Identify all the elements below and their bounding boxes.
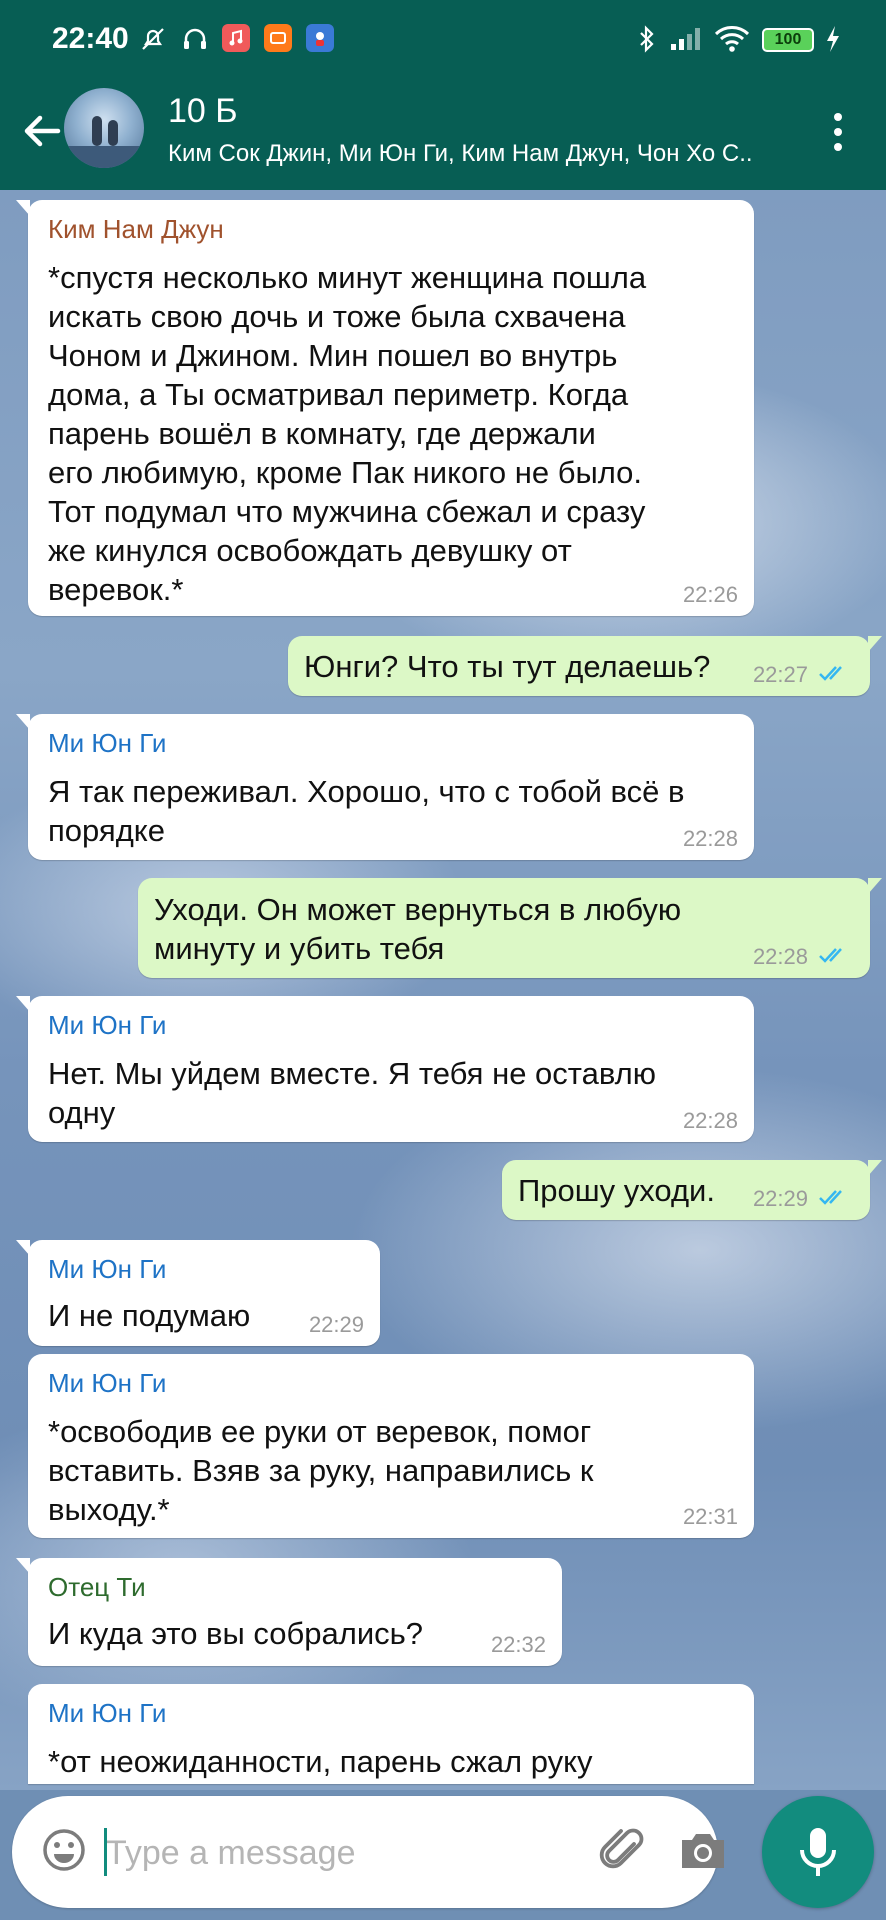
message-input[interactable] xyxy=(104,1826,588,1880)
charging-icon xyxy=(818,24,848,54)
message-sender: Ким Нам Джун xyxy=(48,214,224,244)
chat-header: 10 Б Ким Сок Джин, Ми Юн Ги, Ким Нам Джу… xyxy=(0,80,886,190)
message-text: Прошу уходи. xyxy=(518,1173,715,1208)
message-bubble[interactable]: Ми Юн Ги *освободив ее руки от веревок, … xyxy=(28,1354,754,1538)
message-time: 22:31 xyxy=(682,1504,738,1529)
mi-app-icon xyxy=(264,24,292,52)
message-bubble[interactable]: Ми Юн Ги Нет. Мы уйдем вместе. Я тебя не… xyxy=(16,996,754,1142)
emoji-icon[interactable] xyxy=(40,1826,88,1874)
paperclip-icon[interactable] xyxy=(596,1824,650,1878)
message-bubble[interactable]: Уходи. Он может вернуться в любую минуту… xyxy=(138,878,882,978)
message-sender: Ми Юн Ги xyxy=(48,1254,167,1284)
group-avatar[interactable] xyxy=(64,88,144,168)
status-time: 22:40 xyxy=(52,22,129,55)
message-text: И куда это вы собрались? xyxy=(48,1616,424,1651)
bluetooth-icon xyxy=(632,24,662,54)
message-bubble[interactable]: Ми Юн Ги И не подумаю 22:29 xyxy=(16,1240,380,1346)
double-check-icon xyxy=(819,666,842,681)
message-text: Юнги? Что ты тут делаешь? xyxy=(304,649,711,684)
message-sender: Ми Юн Ги xyxy=(48,728,167,758)
message-sender: Ми Юн Ги xyxy=(48,1010,167,1040)
chat-title[interactable]: 10 Б xyxy=(168,92,238,131)
message-text: *спустя несколько минут женщина пошла ис… xyxy=(48,260,647,607)
message-sender: Отец Ти xyxy=(48,1572,146,1602)
message-time: 22:32 xyxy=(490,1632,546,1657)
game-app-icon xyxy=(306,24,334,52)
message-bubble[interactable]: Отец Ти И куда это вы собрались? 22:32 xyxy=(16,1558,562,1666)
message-text: Уходи. Он может вернуться в любую минуту… xyxy=(154,892,682,966)
message-sender: Ми Юн Ги xyxy=(48,1698,167,1728)
more-vertical-icon[interactable] xyxy=(818,102,858,162)
double-check-icon xyxy=(819,1190,842,1205)
microphone-icon[interactable] xyxy=(762,1796,874,1908)
message-bubble[interactable]: Прошу уходи. 22:29 xyxy=(502,1160,882,1220)
message-text: *освободив ее руки от веревок, помог вст… xyxy=(48,1414,594,1527)
double-check-icon xyxy=(819,948,842,963)
camera-icon[interactable] xyxy=(676,1824,730,1878)
message-time: 22:28 xyxy=(682,826,738,851)
wifi-icon xyxy=(712,24,752,54)
message-bubble[interactable]: Ми Юн Ги *от неожиданности, парень сжал … xyxy=(28,1684,754,1784)
message-time: 22:28 xyxy=(752,944,808,969)
message-composer xyxy=(12,1796,724,1908)
message-time: 22:29 xyxy=(308,1312,364,1337)
message-text: Я так переживал. Хорошо, что с тобой всё… xyxy=(48,774,685,848)
message-time: 22:28 xyxy=(682,1108,738,1133)
status-bar: 22:40 100 xyxy=(0,0,886,80)
message-bubble[interactable]: Юнги? Что ты тут делаешь? 22:27 xyxy=(288,636,882,696)
message-sender: Ми Юн Ги xyxy=(48,1368,167,1398)
music-app-icon xyxy=(222,24,250,52)
message-text: *от неожиданности, парень сжал руку xyxy=(48,1744,593,1779)
message-time: 22:27 xyxy=(752,662,808,687)
signal-icon xyxy=(668,24,704,54)
text-caret xyxy=(104,1828,107,1876)
message-time: 22:26 xyxy=(682,582,738,607)
message-bubble[interactable]: Ким Нам Джун *спустя несколько минут жен… xyxy=(16,200,754,616)
message-text: Нет. Мы уйдем вместе. Я тебя не оставлю … xyxy=(48,1056,656,1130)
dnd-off-icon xyxy=(138,24,168,54)
headphones-icon xyxy=(180,24,210,54)
message-time: 22:29 xyxy=(752,1186,808,1211)
battery-indicator: 100 xyxy=(762,28,814,52)
message-text: И не подумаю xyxy=(48,1298,251,1333)
message-bubble[interactable]: Ми Юн Ги Я так переживал. Хорошо, что с … xyxy=(16,714,754,860)
chat-members[interactable]: Ким Сок Джин, Ми Юн Ги, Ким Нам Джун, Чо… xyxy=(168,140,788,168)
